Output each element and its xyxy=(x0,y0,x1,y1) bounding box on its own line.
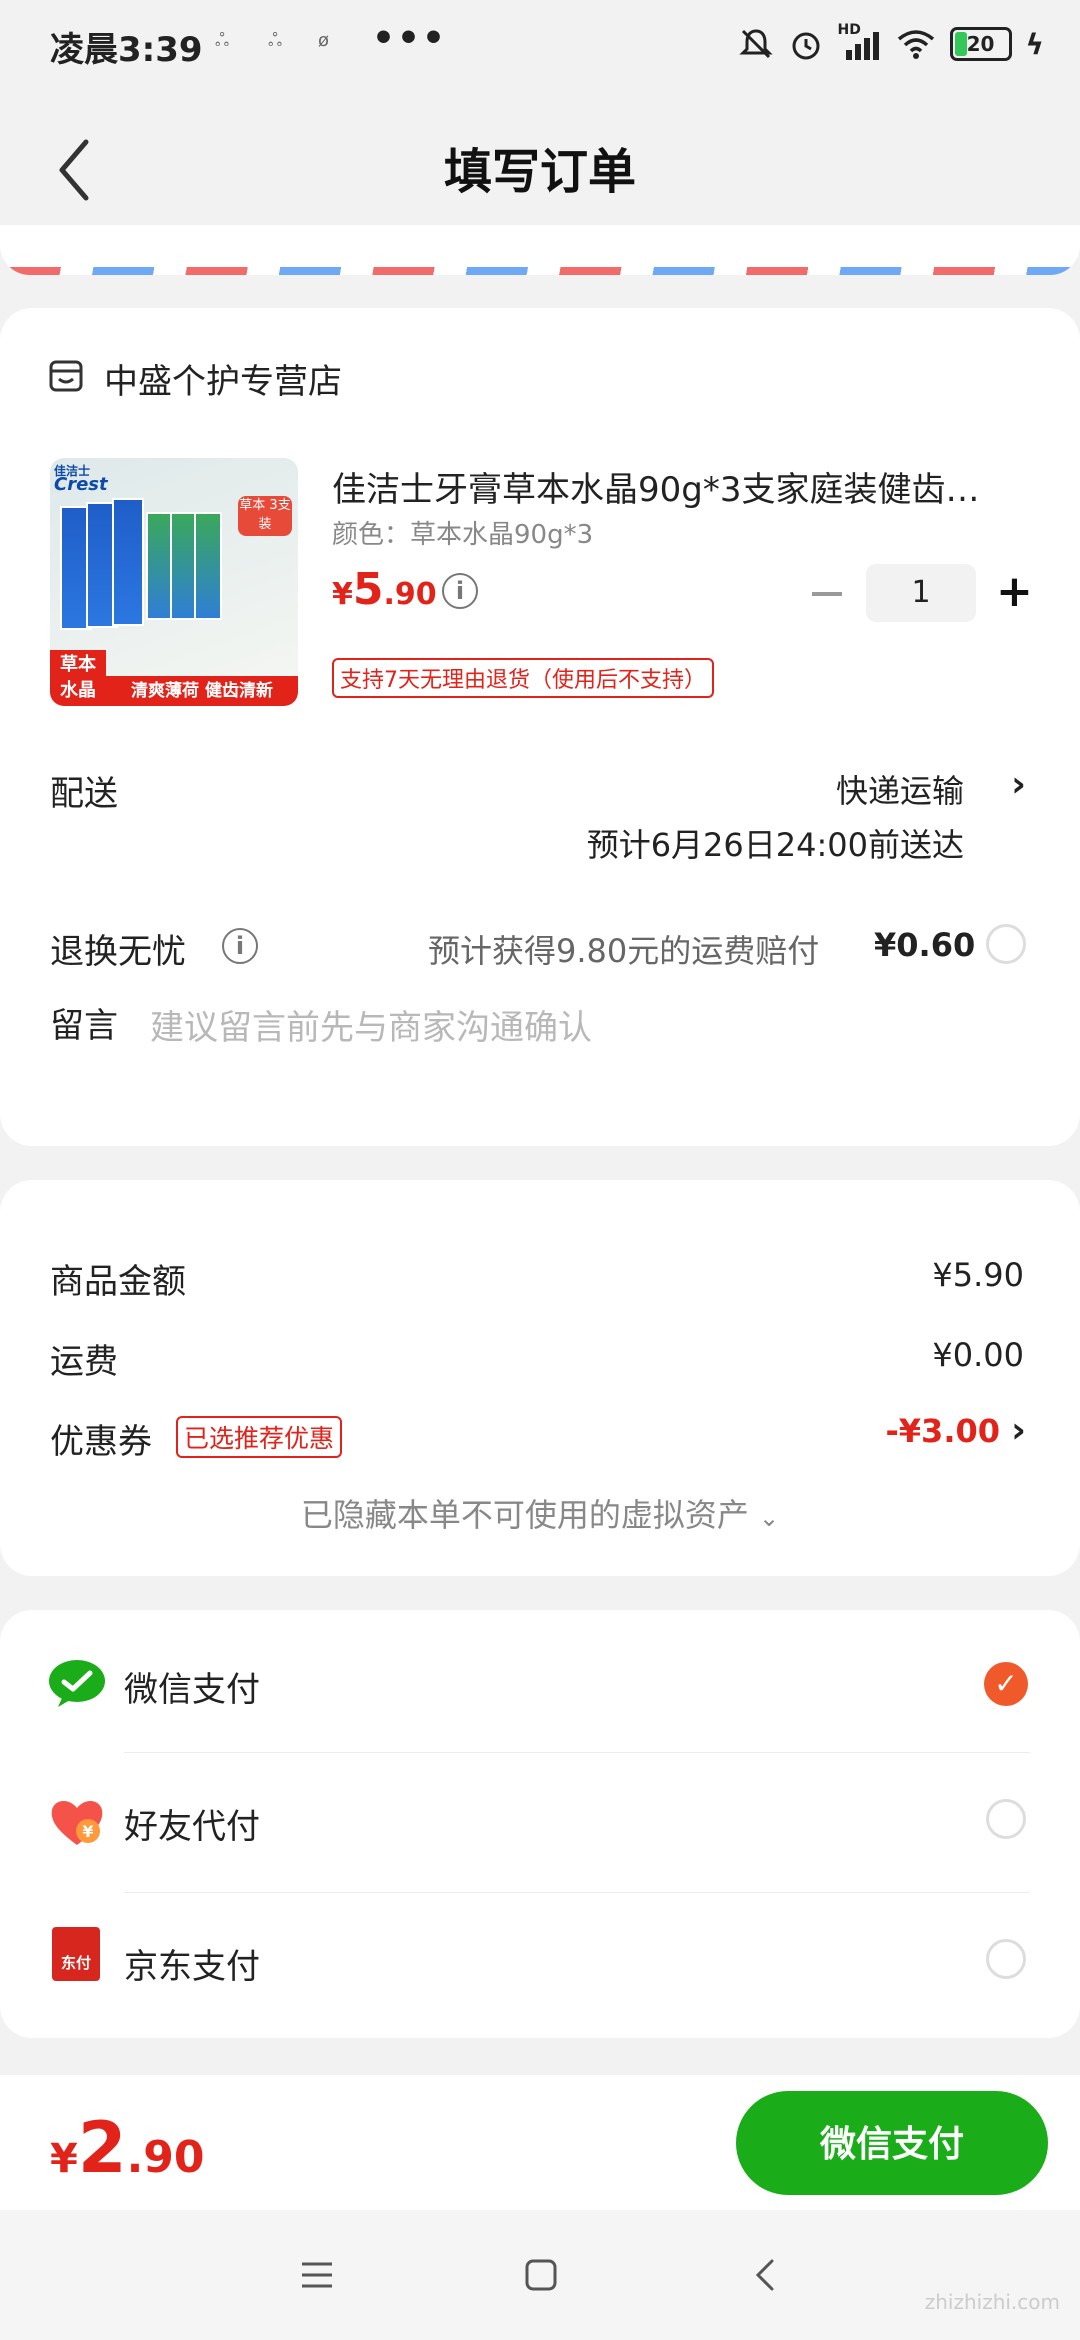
system-nav-bar xyxy=(0,2210,1080,2340)
hidden-assets-toggle[interactable]: 已隐藏本单不可使用的虚拟资产 ⌄ xyxy=(0,1490,1080,1536)
coupon-tag: 已选推荐优惠 xyxy=(176,1416,343,1458)
shop-name[interactable]: 中盛个护专营店 xyxy=(104,354,342,403)
notification-icon: ஃ xyxy=(268,30,283,51)
notification-icon: ஃ xyxy=(215,30,230,51)
return-worry-price: ¥0.60 xyxy=(874,926,976,964)
product-corner-label: 草本 水晶 xyxy=(50,650,106,706)
jd-pay-radio[interactable] xyxy=(986,1939,1026,1979)
summary-card: 商品金额 ¥5.90 运费 ¥0.00 优惠券 已选推荐优惠 -¥3.00 › … xyxy=(0,1180,1080,1576)
page-title: 填写订单 xyxy=(443,144,636,200)
total-price: ¥2.90 xyxy=(50,2107,205,2189)
product-image[interactable]: 佳洁士 Crest 草本 3支装 草本 水晶 清爽薄荷 健齿清新 xyxy=(50,458,298,706)
return-worry-label: 退换无忧 xyxy=(50,932,186,972)
quantity-decrease-button[interactable] xyxy=(812,592,842,596)
message-input[interactable]: 建议留言前先与商家沟通确认 xyxy=(150,1000,592,1049)
wifi-icon xyxy=(897,30,934,59)
delivery-method[interactable]: 快递运输 xyxy=(836,766,964,812)
friend-pay-heart-icon: ¥ xyxy=(51,1801,103,1845)
svg-text:¥: ¥ xyxy=(82,1822,93,1841)
status-bar: 凌晨3:39 ஃ ஃ ø ••• HD 20 ϟ xyxy=(0,0,1080,90)
payment-card: 微信支付 ✓ ¥ 好友代付 东付 京东支付 xyxy=(0,1610,1080,2038)
return-worry-info-icon[interactable]: i xyxy=(222,928,258,964)
coupon-label: 优惠券 xyxy=(50,1422,152,1462)
return-policy-tag: 支持7天无理由退货（使用后不支持） xyxy=(332,658,714,698)
charging-icon: ϟ xyxy=(1025,27,1044,61)
airmail-stripe xyxy=(0,267,1080,275)
more-notifications-icon: ••• xyxy=(372,18,448,59)
price-info-icon[interactable]: i xyxy=(442,573,478,609)
status-icons: HD 20 ϟ xyxy=(738,22,1044,66)
product-slogan: 清爽薄荷 健齿清新 xyxy=(106,676,298,706)
goods-amount-value: ¥5.90 xyxy=(932,1256,1024,1294)
toothpaste-boxes xyxy=(60,498,222,630)
payment-option-friend[interactable]: ¥ 好友代付 xyxy=(0,1753,1080,1891)
cell-signal-icon: HD xyxy=(838,22,882,62)
payment-option-jd[interactable]: 东付 京东支付 xyxy=(0,1893,1080,2033)
battery-icon: 20 xyxy=(949,27,1012,61)
quantity-input[interactable]: 1 xyxy=(866,564,976,622)
header: 填写订单 xyxy=(0,90,1080,240)
payment-label-jd: 京东支付 xyxy=(124,1947,260,1987)
friend-pay-radio[interactable] xyxy=(986,1799,1026,1839)
shipping-label: 运费 xyxy=(50,1342,118,1382)
delivery-eta: 预计6月26日24:00前送达 xyxy=(586,826,964,864)
product-price: ¥5.90 xyxy=(332,564,437,615)
back-nav-icon[interactable] xyxy=(752,2258,778,2292)
product-title[interactable]: 佳洁士牙膏草本水晶90g*3支家庭装健齿… xyxy=(332,462,1032,511)
goods-amount-label: 商品金额 xyxy=(50,1262,186,1302)
alarm-icon xyxy=(792,32,820,60)
status-time: 凌晨3:39 xyxy=(50,30,203,70)
pay-button[interactable]: 微信支付 xyxy=(736,2091,1048,2195)
wechat-pay-icon xyxy=(49,1660,105,1707)
message-label: 留言 xyxy=(50,1006,118,1046)
quantity-increase-button[interactable]: + xyxy=(996,570,1033,616)
address-card[interactable] xyxy=(0,225,1080,275)
product-badge: 草本 3支装 xyxy=(238,496,292,536)
payment-label-wechat: 微信支付 xyxy=(124,1670,260,1710)
delivery-label: 配送 xyxy=(50,774,118,814)
return-worry-desc: 预计获得9.80元的运费赔付 xyxy=(428,932,820,970)
shipping-value: ¥0.00 xyxy=(932,1336,1024,1374)
product-spec[interactable]: 颜色：草本水晶90g*3 xyxy=(332,514,593,551)
notification-icon: ø xyxy=(318,30,330,51)
silent-bell-icon xyxy=(738,29,773,59)
chevron-down-icon: ⌄ xyxy=(759,1504,780,1532)
jd-pay-icon: 东付 xyxy=(52,1927,100,1981)
payment-label-friend: 好友代付 xyxy=(124,1807,260,1847)
payment-option-wechat[interactable]: 微信支付 ✓ xyxy=(0,1610,1080,1750)
wechat-pay-check-icon[interactable]: ✓ xyxy=(984,1662,1028,1706)
shop-icon xyxy=(49,360,83,392)
coupon-chevron-icon[interactable]: › xyxy=(1011,1410,1026,1451)
checkout-bar: ¥2.90 微信支付 xyxy=(0,2075,1080,2210)
coupon-value[interactable]: -¥3.00 xyxy=(886,1412,1001,1450)
brand-logo: Crest xyxy=(54,474,108,495)
watermark: zhizhizhi.com xyxy=(924,2290,1060,2314)
store-card: 中盛个护专营店 佳洁士 Crest 草本 3支装 草本 水晶 清爽薄荷 健齿清新… xyxy=(0,308,1080,1146)
return-worry-radio[interactable] xyxy=(986,924,1026,964)
menu-icon[interactable] xyxy=(300,2260,334,2290)
home-icon[interactable] xyxy=(524,2258,558,2292)
delivery-chevron-icon[interactable]: › xyxy=(1011,764,1026,805)
